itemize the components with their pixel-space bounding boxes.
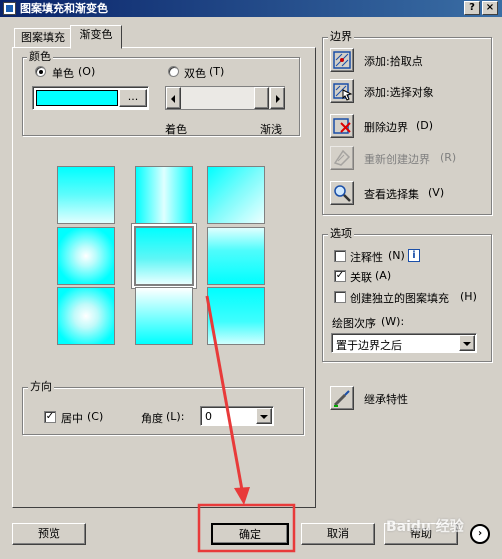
pick-points-button[interactable]: [330, 48, 354, 72]
brush-icon: [333, 390, 350, 407]
watermark: Baidu 经验: [386, 519, 464, 535]
draw-order-combobox[interactable]: 置于边界之后: [331, 333, 477, 353]
draw-order-value: 置于边界之后: [336, 339, 402, 352]
single-color-radio[interactable]: [35, 66, 46, 77]
centered-checkbox[interactable]: ✓: [44, 411, 56, 423]
gradient-tile-diagonal[interactable]: [207, 166, 265, 224]
boundaries-legend: 边界: [328, 30, 354, 43]
associative-checkbox[interactable]: ✓: [334, 270, 346, 282]
close-button[interactable]: ×: [482, 1, 498, 15]
associative-label: 关联: [350, 271, 372, 284]
annotative-key: (N): [388, 249, 405, 262]
select-objects-button[interactable]: [330, 79, 354, 103]
gradient-tile-fade-top[interactable]: [135, 287, 193, 345]
recreate-boundary-label: 重新创建边界: [364, 153, 430, 166]
centered-key: (C): [87, 410, 104, 423]
help-title-button[interactable]: ?: [464, 1, 480, 15]
remove-boundary-button[interactable]: [330, 114, 354, 138]
chevron-down-icon: [463, 342, 471, 346]
slider-thumb[interactable]: [254, 87, 269, 109]
chevron-down-icon: [260, 415, 268, 419]
more-options-button[interactable]: ›: [470, 524, 490, 544]
recreate-boundary-button[interactable]: [330, 146, 354, 170]
color-swatch: [36, 90, 118, 106]
slider-right-button[interactable]: [270, 87, 285, 109]
two-color-key: (T): [209, 65, 225, 78]
angle-value: 0: [205, 410, 212, 423]
remove-boundary-icon: [333, 118, 351, 134]
inherit-properties-button[interactable]: [330, 386, 354, 410]
color-swatch-field: ...: [32, 86, 149, 110]
options-legend: 选项: [328, 227, 354, 240]
inherit-properties-label: 继承特性: [364, 393, 408, 406]
annotative-label: 注释性: [350, 251, 383, 264]
recreate-boundary-key: (R): [440, 151, 457, 164]
app-icon: [3, 2, 16, 15]
two-color-label: 双色: [184, 67, 206, 80]
tab-hatch[interactable]: 图案填充: [14, 28, 72, 48]
angle-key: (L):: [166, 410, 185, 423]
left-arrow-icon: [171, 95, 175, 103]
pick-points-icon: [333, 51, 351, 69]
two-color-radio[interactable]: [168, 66, 179, 77]
separate-hatches-key: (H): [460, 290, 477, 303]
cancel-button[interactable]: 取消: [301, 523, 375, 545]
annotative-checkbox[interactable]: [334, 250, 346, 262]
angle-dropdown-button[interactable]: [256, 408, 272, 424]
single-color-label: 单色: [52, 67, 74, 80]
ok-button[interactable]: 确定: [211, 523, 289, 545]
select-objects-icon: [333, 83, 353, 101]
slider-left-button[interactable]: [166, 87, 181, 109]
draw-order-label: 绘图次序: [332, 317, 376, 330]
gradient-tile-inverse[interactable]: [207, 227, 265, 285]
browse-color-button[interactable]: ...: [119, 89, 147, 107]
single-color-key: (O): [78, 65, 96, 78]
remove-boundary-label: 删除边界: [364, 121, 408, 134]
view-selections-button[interactable]: [330, 181, 354, 205]
draw-order-dropdown-button[interactable]: [459, 335, 475, 351]
shade-label: 着色: [165, 123, 187, 136]
gradient-tile-radial[interactable]: [57, 227, 115, 285]
color-legend: 颜色: [27, 50, 53, 63]
gradient-tile-cylinder[interactable]: [135, 166, 193, 224]
title-bar: 图案填充和渐变色 ? ×: [0, 0, 502, 17]
right-arrow-icon: [276, 95, 280, 103]
gradient-tile-sphere[interactable]: [57, 287, 115, 345]
separate-hatches-label: 创建独立的图案填充: [350, 292, 449, 305]
select-objects-label: 添加:选择对象: [364, 86, 434, 99]
centered-label: 居中: [61, 412, 83, 425]
magnifier-icon: [334, 185, 351, 202]
angle-label: 角度: [141, 412, 163, 425]
angle-combobox[interactable]: 0: [200, 406, 274, 426]
pick-points-label: 添加:拾取点: [364, 55, 423, 68]
orientation-legend: 方向: [28, 380, 54, 393]
gradient-tile-linear[interactable]: [57, 166, 115, 224]
associative-key: (A): [375, 269, 392, 282]
tint-label: 渐浅: [260, 123, 282, 136]
info-icon[interactable]: i: [408, 249, 420, 262]
gradient-tile-fade-bottom[interactable]: [207, 287, 265, 345]
gradient-tile-selected[interactable]: [132, 224, 196, 288]
draw-order-key: (W):: [381, 315, 405, 328]
separate-hatches-checkbox[interactable]: [334, 291, 346, 303]
tab-gradient[interactable]: 渐变色: [70, 25, 122, 49]
view-selections-key: (V): [428, 186, 445, 199]
view-selections-label: 查看选择集: [364, 188, 419, 201]
recreate-boundary-icon: [333, 149, 351, 166]
shade-tint-slider[interactable]: [165, 86, 285, 110]
preview-button[interactable]: 预览: [12, 523, 86, 545]
window-title: 图案填充和渐变色: [20, 2, 108, 15]
remove-boundary-key: (D): [416, 119, 434, 132]
